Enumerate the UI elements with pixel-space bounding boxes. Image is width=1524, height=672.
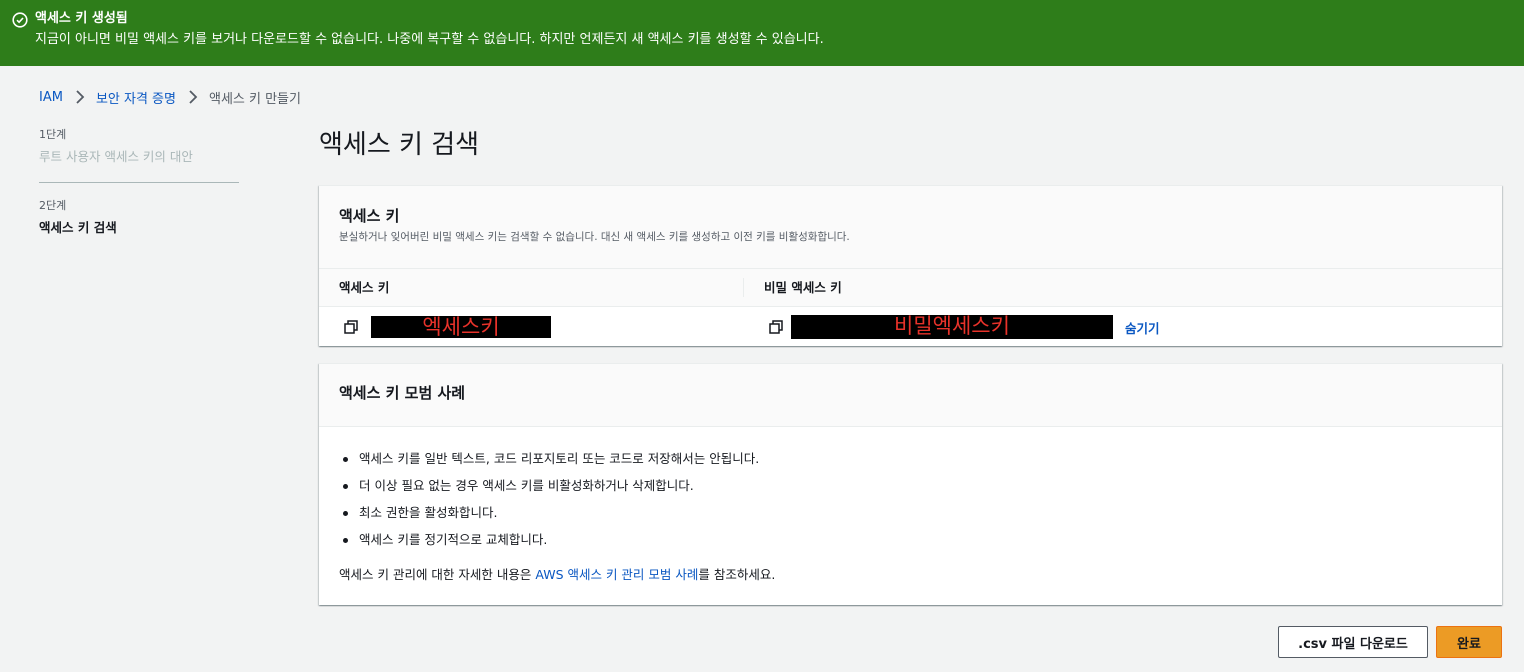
access-keys-panel: 액세스 키 분실하거나 잊어버린 비밀 액세스 키는 검색할 수 없습니다. 대… [319, 185, 1502, 346]
best-practices-footer: 액세스 키 관리에 대한 자세한 내용은 AWS 액세스 키 관리 모범 사례를… [339, 565, 1482, 585]
wizard-steps: 1단계 루트 사용자 액세스 키의 대안 2단계 액세스 키 검색 [39, 126, 239, 239]
done-button[interactable]: 완료 [1436, 626, 1502, 658]
best-practices-body: 액세스 키를 일반 텍스트, 코드 리포지토리 또는 코드로 저장해서는 안됩니… [319, 427, 1502, 585]
flash-message: 지금이 아니면 비밀 액세스 키를 보거나 다운로드할 수 없습니다. 나중에 … [35, 32, 824, 47]
download-csv-button[interactable]: .csv 파일 다운로드 [1278, 626, 1428, 658]
step-2: 2단계 액세스 키 검색 [39, 197, 239, 239]
access-keys-panel-description: 분실하거나 잊어버린 비밀 액세스 키는 검색할 수 없습니다. 대신 새 액세… [339, 231, 850, 243]
best-practices-list: 액세스 키를 일반 텍스트, 코드 리포지토리 또는 코드로 저장해서는 안됩니… [339, 445, 1482, 553]
list-item: 더 이상 필요 없는 경우 액세스 키를 비활성화하거나 삭제합니다. [339, 472, 1482, 499]
step-2-number: 2단계 [39, 199, 67, 212]
access-key-value: 엑세스키 [371, 316, 551, 338]
list-item: 액세스 키를 일반 텍스트, 코드 리포지토리 또는 코드로 저장해서는 안됩니… [339, 445, 1482, 472]
flash-title: 액세스 키 생성됨 [35, 11, 128, 26]
keys-table-row: 엑세스키 비밀엑세스키 숨기기 [319, 307, 1502, 347]
breadcrumb: IAM 보안 자격 증명 액세스 키 만들기 [39, 86, 301, 108]
copy-icon[interactable] [344, 320, 358, 334]
best-practices-panel: 액세스 키 모범 사례 액세스 키를 일반 텍스트, 코드 리포지토리 또는 코… [319, 363, 1502, 605]
step-1-label: 루트 사용자 액세스 키의 대안 [39, 149, 193, 164]
column-header-secret-key: 비밀 액세스 키 [764, 280, 842, 295]
step-1: 1단계 루트 사용자 액세스 키의 대안 [39, 126, 239, 168]
success-flash-banner: 액세스 키 생성됨 지금이 아니면 비밀 액세스 키를 보거나 다운로드할 수 … [0, 0, 1524, 66]
breadcrumb-iam[interactable]: IAM [39, 90, 63, 105]
list-item: 최소 권한을 활성화합니다. [339, 499, 1482, 526]
best-practices-link[interactable]: AWS 액세스 키 관리 모범 사례 [535, 567, 698, 582]
breadcrumb-current: 액세스 키 만들기 [208, 91, 301, 107]
step-2-label: 액세스 키 검색 [39, 220, 117, 235]
hide-secret-link[interactable]: 숨기기 [1125, 318, 1160, 337]
best-practices-panel-title: 액세스 키 모범 사례 [339, 384, 466, 402]
access-keys-panel-header: 액세스 키 분실하거나 잊어버린 비밀 액세스 키는 검색할 수 없습니다. 대… [319, 186, 1502, 268]
page-title: 액세스 키 검색 [319, 130, 480, 160]
footer-prefix: 액세스 키 관리에 대한 자세한 내용은 [339, 567, 536, 582]
keys-table-header: 액세스 키 비밀 액세스 키 [319, 268, 1502, 307]
list-item: 액세스 키를 정기적으로 교체합니다. [339, 526, 1482, 553]
column-header-access-key: 액세스 키 [319, 278, 744, 297]
check-circle-icon [12, 12, 28, 28]
access-keys-panel-title: 액세스 키 [339, 207, 400, 225]
step-1-number: 1단계 [39, 128, 67, 141]
copy-icon[interactable] [769, 320, 783, 334]
secret-key-value: 비밀엑세스키 [791, 315, 1113, 339]
chevron-right-icon [189, 90, 198, 104]
footer-suffix: 를 참조하세요. [698, 567, 776, 582]
step-divider [39, 182, 239, 183]
chevron-right-icon [76, 90, 85, 104]
best-practices-panel-header: 액세스 키 모범 사례 [319, 364, 1502, 427]
breadcrumb-security-credentials[interactable]: 보안 자격 증명 [96, 88, 176, 107]
